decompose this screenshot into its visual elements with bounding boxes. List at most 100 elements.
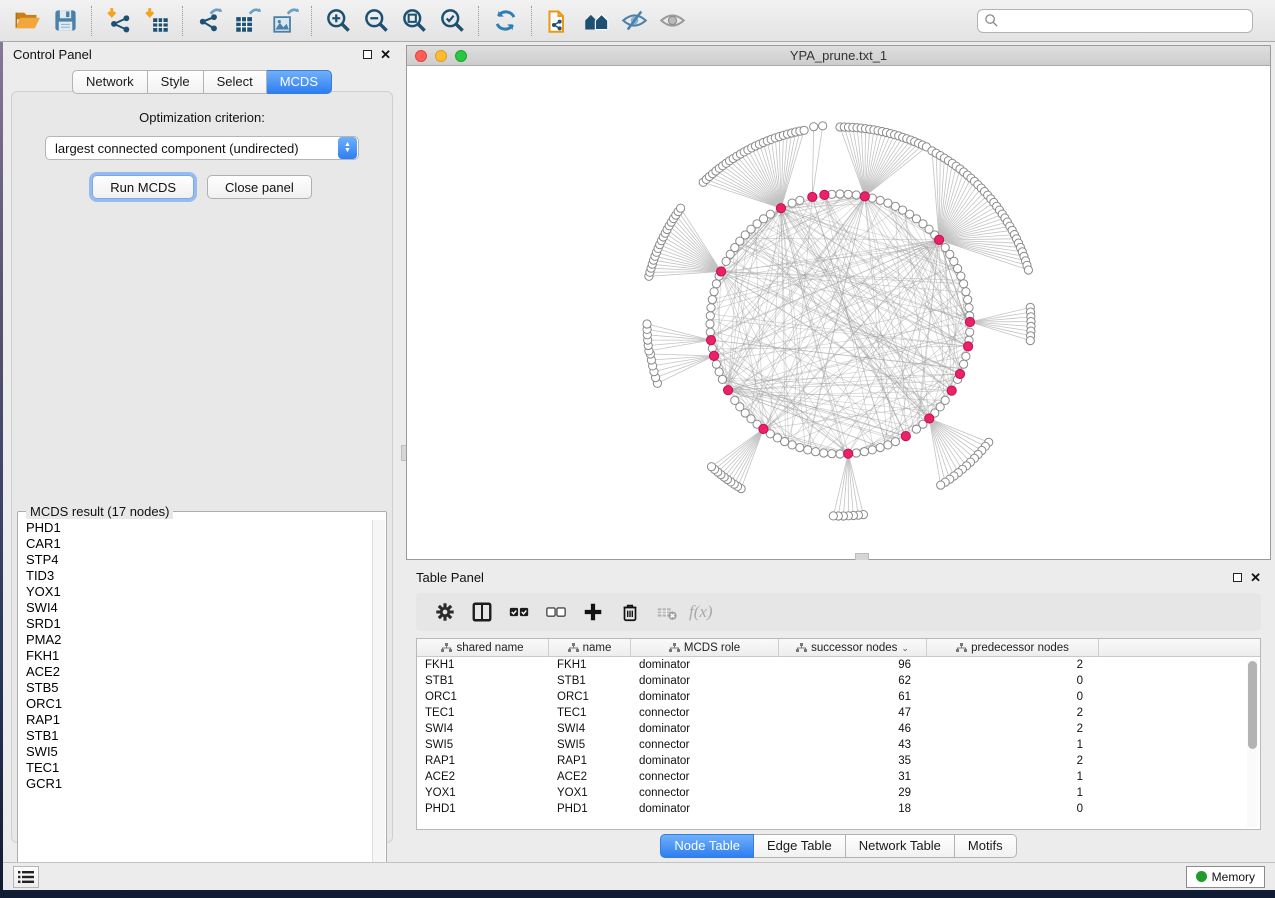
deselect-all-rows-button[interactable] — [537, 595, 574, 629]
tab-edge-table[interactable]: Edge Table — [754, 834, 846, 858]
table-row[interactable]: PHD1PHD1dominator180 — [417, 801, 1260, 817]
mcds-result-item[interactable]: ACE2 — [19, 664, 373, 680]
network-node[interactable] — [706, 320, 714, 328]
network-node[interactable] — [891, 438, 899, 446]
search-input[interactable] — [999, 14, 1246, 28]
optimization-criterion-select[interactable]: largest connected component (undirected)… — [45, 136, 359, 160]
network-hub-node[interactable] — [955, 369, 964, 378]
network-hub-node[interactable] — [759, 424, 768, 433]
show-columns-button[interactable] — [463, 595, 500, 629]
network-node[interactable] — [715, 368, 723, 376]
table-settings-button[interactable] — [426, 595, 463, 629]
mcds-result-item[interactable]: STP4 — [19, 552, 373, 568]
network-node[interactable] — [868, 446, 876, 454]
network-node[interactable] — [829, 512, 837, 520]
network-hub-node[interactable] — [901, 432, 910, 441]
mcds-result-item[interactable]: SWI5 — [19, 744, 373, 760]
network-node[interactable] — [796, 196, 804, 204]
network-canvas[interactable] — [407, 66, 1270, 559]
open-file-button[interactable] — [8, 2, 46, 40]
network-node[interactable] — [852, 191, 860, 199]
column-header-name[interactable]: name — [549, 639, 631, 657]
zoom-in-button[interactable] — [319, 2, 357, 40]
zoom-selected-button[interactable] — [433, 2, 471, 40]
network-node[interactable] — [804, 446, 812, 454]
table-row[interactable]: FKH1FKH1dominator962 — [417, 657, 1260, 673]
network-node[interactable] — [962, 352, 970, 360]
network-node[interactable] — [912, 425, 920, 433]
network-node[interactable] — [1024, 266, 1032, 274]
mcds-result-item[interactable]: PHD1 — [19, 520, 373, 536]
network-hub-node[interactable] — [808, 192, 817, 201]
network-hub-node[interactable] — [965, 317, 974, 326]
show-hidden-button[interactable] — [653, 2, 691, 40]
network-node[interactable] — [962, 288, 970, 296]
import-table-button[interactable] — [137, 2, 175, 40]
network-hub-node[interactable] — [724, 386, 733, 395]
network-node[interactable] — [800, 126, 808, 134]
mcds-result-item[interactable]: TID3 — [19, 568, 373, 584]
mcds-result-item[interactable]: SWI4 — [19, 600, 373, 616]
mcds-result-item[interactable]: ORC1 — [19, 696, 373, 712]
network-node[interactable] — [957, 272, 965, 280]
network-hub-node[interactable] — [935, 235, 944, 244]
select-all-rows-button[interactable] — [500, 595, 537, 629]
table-row[interactable]: SWI5SWI5connector431 — [417, 737, 1260, 753]
memory-button[interactable]: Memory — [1186, 866, 1265, 888]
import-network-button[interactable] — [99, 2, 137, 40]
column-header-mcds-role[interactable]: MCDS role — [631, 639, 779, 657]
network-node[interactable] — [820, 449, 828, 457]
close-panel-button[interactable]: Close panel — [207, 175, 312, 199]
network-node[interactable] — [706, 312, 714, 320]
network-hub-node[interactable] — [706, 336, 715, 345]
network-node[interactable] — [937, 481, 945, 489]
table-row[interactable]: SWI4SWI4dominator462 — [417, 721, 1260, 737]
network-node[interactable] — [844, 190, 852, 198]
table-row[interactable]: YOX1YOX1connector291 — [417, 785, 1260, 801]
network-hub-node[interactable] — [947, 386, 956, 395]
network-node[interactable] — [884, 199, 892, 207]
float-panel-icon[interactable] — [363, 50, 372, 59]
first-neighbors-button[interactable] — [577, 2, 615, 40]
network-node[interactable] — [643, 320, 651, 328]
tab-network-table[interactable]: Network Table — [846, 834, 955, 858]
network-node[interactable] — [819, 122, 827, 130]
network-node[interactable] — [836, 450, 844, 458]
destroy-table-button[interactable] — [648, 595, 685, 629]
table-row[interactable]: ORC1ORC1dominator610 — [417, 689, 1260, 705]
network-hub-node[interactable] — [925, 414, 934, 423]
mcds-result-item[interactable]: GCR1 — [19, 776, 373, 792]
table-row[interactable]: TEC1TEC1connector472 — [417, 705, 1260, 721]
column-header-predecessor-nodes[interactable]: predecessor nodes — [927, 639, 1099, 657]
column-header-successor-nodes[interactable]: successor nodes⌄ — [779, 639, 927, 657]
new-network-from-selection-button[interactable] — [539, 2, 577, 40]
tab-select[interactable]: Select — [204, 70, 267, 94]
network-node[interactable] — [708, 296, 716, 304]
network-node[interactable] — [707, 463, 715, 471]
mcds-result-item[interactable]: CAR1 — [19, 536, 373, 552]
network-node[interactable] — [828, 450, 836, 458]
table-row[interactable]: STB1STB1dominator620 — [417, 673, 1260, 689]
network-node[interactable] — [954, 265, 962, 273]
mcds-result-item[interactable]: STB5 — [19, 680, 373, 696]
network-hub-node[interactable] — [709, 351, 718, 360]
tab-node-table[interactable]: Node Table — [660, 834, 754, 858]
table-splitter-handle[interactable] — [855, 553, 869, 560]
tab-motifs[interactable]: Motifs — [955, 834, 1017, 858]
mcds-list-scrollbar[interactable] — [372, 520, 385, 872]
mcds-result-item[interactable]: TEC1 — [19, 760, 373, 776]
network-node[interactable] — [710, 288, 718, 296]
run-mcds-button[interactable]: Run MCDS — [92, 175, 194, 199]
mcds-result-item[interactable]: SRD1 — [19, 616, 373, 632]
export-table-button[interactable] — [228, 2, 266, 40]
network-node[interactable] — [788, 199, 796, 207]
tab-network[interactable]: Network — [72, 70, 148, 94]
show-panels-list-button[interactable] — [13, 866, 39, 888]
network-node[interactable] — [810, 123, 818, 131]
export-network-button[interactable] — [190, 2, 228, 40]
network-node[interactable] — [852, 449, 860, 457]
close-panel-icon[interactable]: ✕ — [380, 50, 391, 59]
network-node[interactable] — [796, 444, 804, 452]
network-node[interactable] — [707, 304, 715, 312]
save-session-button[interactable] — [46, 2, 84, 40]
